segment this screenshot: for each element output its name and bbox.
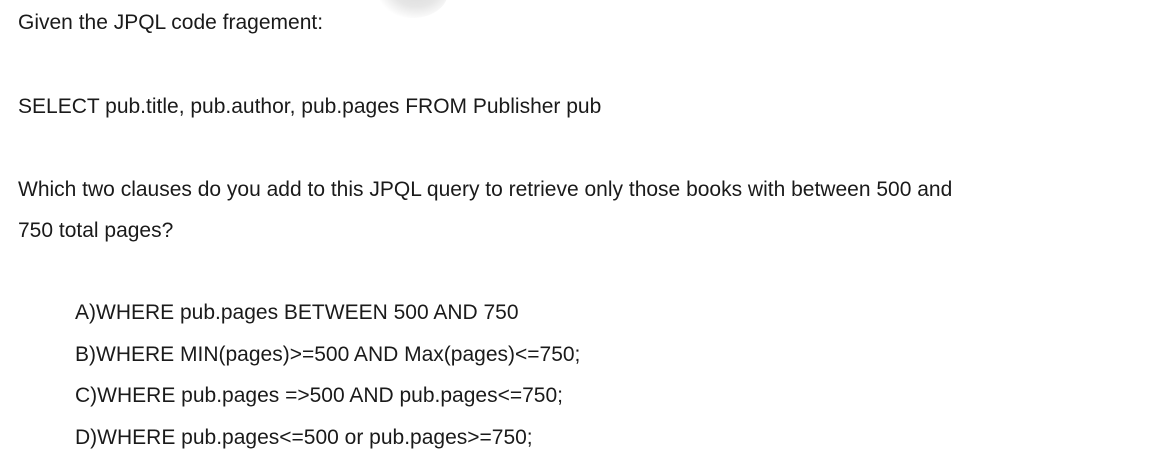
code-fragment: SELECT pub.title, pub.author, pub.pages … bbox=[18, 95, 602, 118]
document-page: Given the JPQL code fragement: SELECT pu… bbox=[0, 0, 1163, 474]
option-a: A)WHERE pub.pages BETWEEN 500 AND 750 bbox=[75, 301, 519, 324]
intro-text: Given the JPQL code fragement: bbox=[18, 11, 324, 34]
watermark-logo bbox=[378, 0, 448, 18]
option-c: C)WHERE pub.pages =>500 AND pub.pages<=7… bbox=[75, 384, 563, 407]
option-d: D)WHERE pub.pages<=500 or pub.pages>=750… bbox=[75, 426, 533, 449]
question-text: Which two clauses do you add to this JPQ… bbox=[18, 178, 953, 201]
question-text-continued: 750 total pages? bbox=[18, 219, 174, 242]
option-b: B)WHERE MIN(pages)>=500 AND Max(pages)<=… bbox=[75, 343, 581, 366]
